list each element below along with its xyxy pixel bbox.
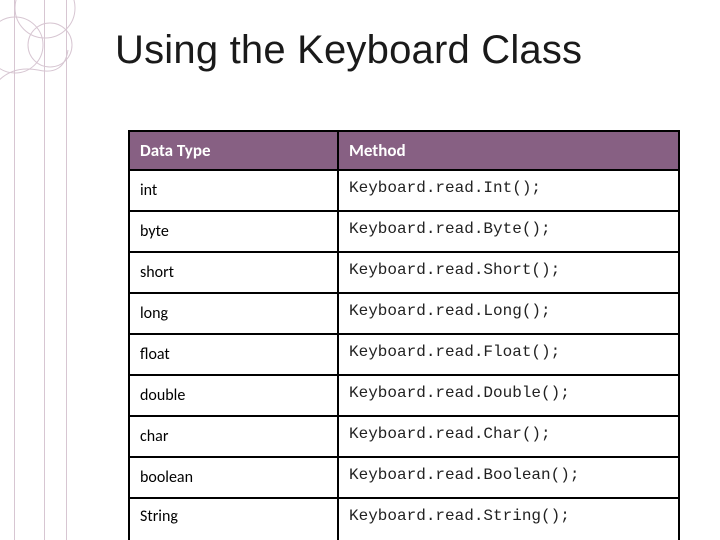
- table-row: boolean Keyboard.read.Boolean();: [129, 457, 679, 498]
- table-row: int Keyboard.read.Int();: [129, 170, 679, 211]
- cell-type: char: [129, 416, 338, 457]
- cell-method: Keyboard.read.Short();: [338, 252, 679, 293]
- cell-type: int: [129, 170, 338, 211]
- keyboard-table: Data Type Method int Keyboard.read.Int()…: [128, 130, 680, 540]
- cell-type: short: [129, 252, 338, 293]
- page-title: Using the Keyboard Class: [115, 28, 582, 73]
- cell-method: Keyboard.read.Int();: [338, 170, 679, 211]
- cell-type: double: [129, 375, 338, 416]
- header-method: Method: [338, 131, 679, 170]
- cell-method: Keyboard.read.Double();: [338, 375, 679, 416]
- left-decor-band: [0, 0, 72, 540]
- table-row: short Keyboard.read.Short();: [129, 252, 679, 293]
- cell-type: boolean: [129, 457, 338, 498]
- cell-type: byte: [129, 211, 338, 252]
- cell-method: Keyboard.read.Long();: [338, 293, 679, 334]
- table-row: float Keyboard.read.Float();: [129, 334, 679, 375]
- cell-method: Keyboard.read.String();: [338, 498, 679, 540]
- cell-method: Keyboard.read.Byte();: [338, 211, 679, 252]
- table-row: byte Keyboard.read.Byte();: [129, 211, 679, 252]
- cell-method: Keyboard.read.Boolean();: [338, 457, 679, 498]
- table-row: double Keyboard.read.Double();: [129, 375, 679, 416]
- keyboard-table-wrap: Data Type Method int Keyboard.read.Int()…: [128, 130, 680, 540]
- cell-method: Keyboard.read.Char();: [338, 416, 679, 457]
- cell-method: Keyboard.read.Float();: [338, 334, 679, 375]
- cell-type: String: [129, 498, 338, 540]
- cell-type: long: [129, 293, 338, 334]
- header-data-type: Data Type: [129, 131, 338, 170]
- table-row: String Keyboard.read.String();: [129, 498, 679, 540]
- cell-type: float: [129, 334, 338, 375]
- table-header-row: Data Type Method: [129, 131, 679, 170]
- table-row: char Keyboard.read.Char();: [129, 416, 679, 457]
- table-row: long Keyboard.read.Long();: [129, 293, 679, 334]
